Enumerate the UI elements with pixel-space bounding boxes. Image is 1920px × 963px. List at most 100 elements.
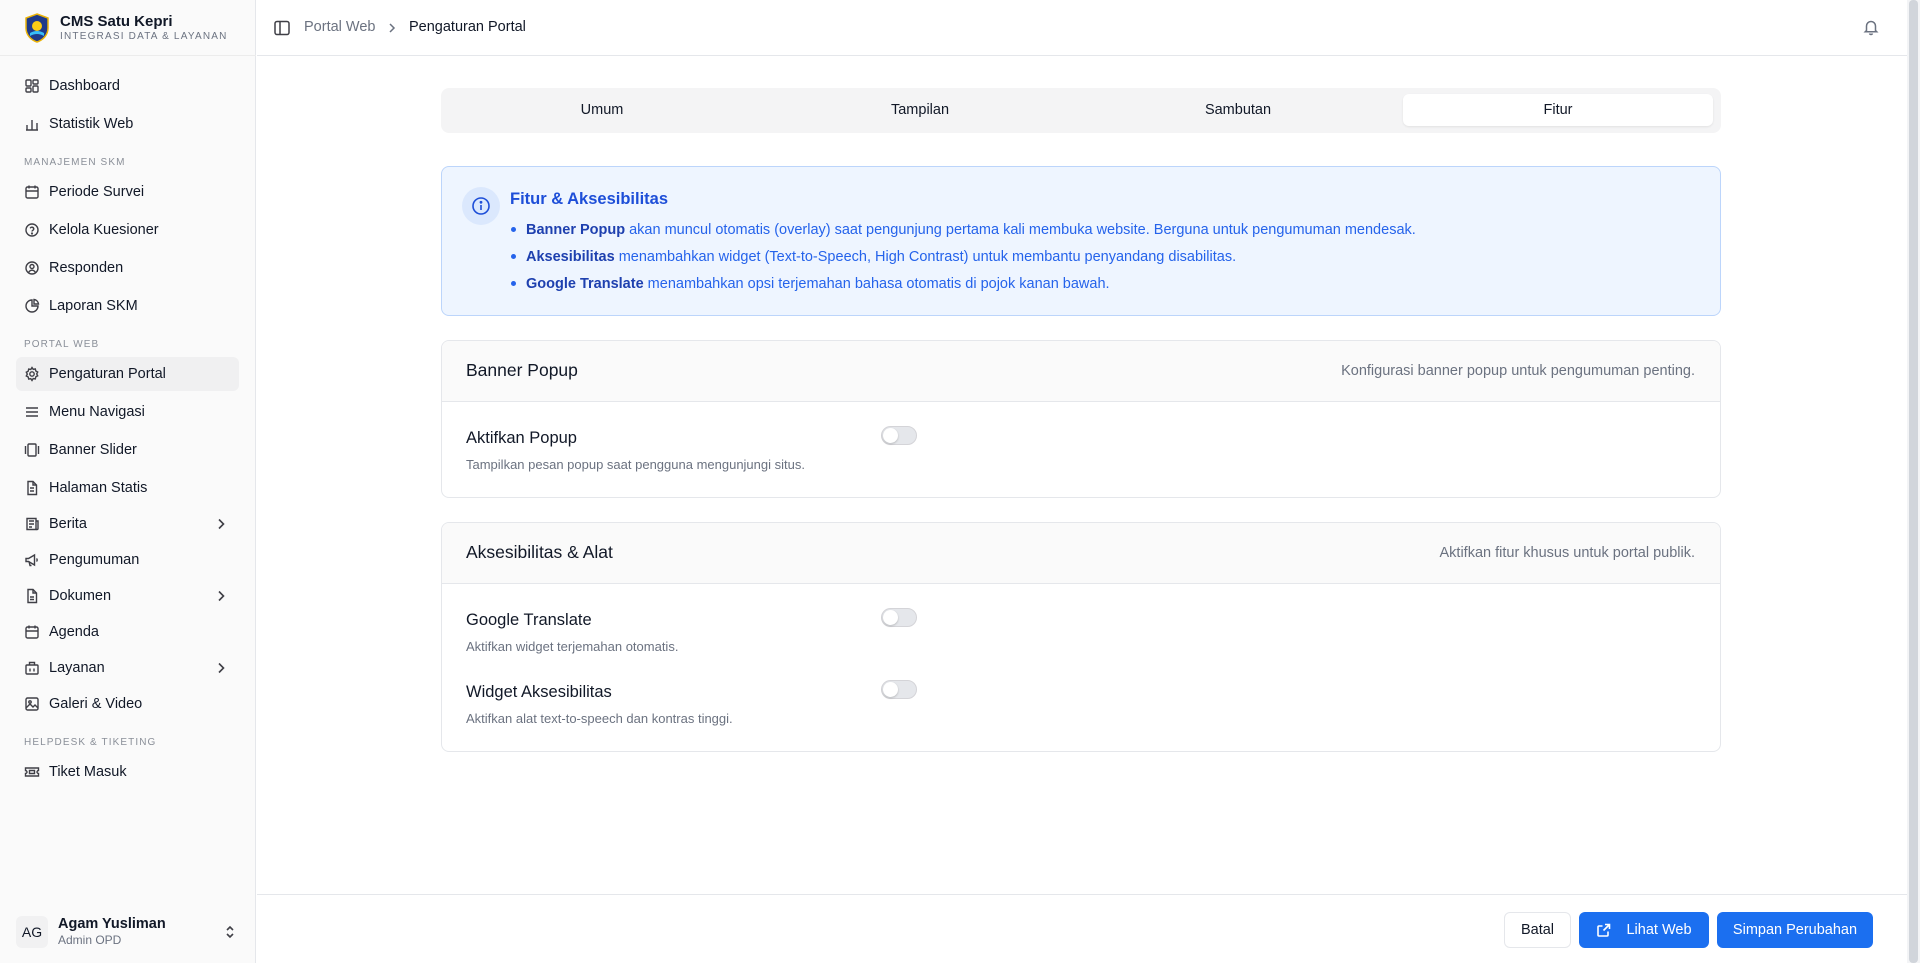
sidebar-item-label: Statistik Web <box>49 116 134 132</box>
sidebar-item-halaman-statis[interactable]: Halaman Statis <box>16 471 239 505</box>
info-title: Fitur & Aksesibilitas <box>510 190 669 208</box>
settings-tabs: Umum Tampilan Sambutan Fitur <box>441 88 1721 133</box>
chevron-right-icon <box>218 590 225 602</box>
newspaper-icon <box>24 516 40 532</box>
section-label-helpdesk: HELPDESK & TIKETING <box>24 737 157 748</box>
tab-sambutan[interactable]: Sambutan <box>1083 94 1393 126</box>
info-item: Banner Popup akan muncul otomatis (overl… <box>510 221 1416 248</box>
sidebar-item-label: Periode Survei <box>49 184 145 200</box>
setting-row-accessibility-widget: Widget Aksesibilitas Aktifkan alat text-… <box>466 680 1696 739</box>
user-name: Agam Yusliman <box>58 915 166 932</box>
sidebar-item-label: Dashboard <box>49 78 120 94</box>
sidebar-item-pengaturan-portal[interactable]: Pengaturan Portal <box>16 357 239 391</box>
popup-toggle[interactable] <box>881 426 917 445</box>
breadcrumb-parent[interactable]: Portal Web <box>304 19 375 35</box>
sidebar-item-label: Galeri & Video <box>49 696 143 712</box>
file-icon <box>24 480 40 496</box>
sidebar-item-label: Berita <box>49 516 87 532</box>
sidebar-item-layanan[interactable]: Layanan <box>16 651 239 685</box>
building-icon <box>24 660 40 676</box>
chevrons-up-down-icon <box>226 925 234 939</box>
setting-label: Aktifkan Popup <box>466 429 577 447</box>
sidebar-item-agenda[interactable]: Agenda <box>16 615 239 649</box>
gallery-icon <box>24 442 40 458</box>
help-circle-icon <box>24 222 40 238</box>
section-label-portal: PORTAL WEB <box>24 339 100 350</box>
chevron-right-icon <box>218 662 225 674</box>
sidebar-item-label: Layanan <box>49 660 105 676</box>
bell-icon[interactable] <box>1862 18 1880 36</box>
chevron-right-icon <box>218 518 225 530</box>
brand-subtitle: INTEGRASI DATA & LAYANAN <box>60 30 228 42</box>
sidebar-item-laporan-skm[interactable]: Laporan SKM <box>16 289 239 323</box>
setting-help: Aktifkan widget terjemahan otomatis. <box>466 639 679 654</box>
brand-header[interactable]: CMS Satu Kepri INTEGRASI DATA & LAYANAN <box>0 0 256 56</box>
setting-label: Widget Aksesibilitas <box>466 683 612 701</box>
sidebar-item-dokumen[interactable]: Dokumen <box>16 579 239 613</box>
sidebar-item-menu-navigasi[interactable]: Menu Navigasi <box>16 395 239 429</box>
sidebar-toggle-icon[interactable] <box>273 19 291 37</box>
image-icon <box>24 696 40 712</box>
sidebar-item-banner-slider[interactable]: Banner Slider <box>16 433 239 467</box>
sidebar: CMS Satu Kepri INTEGRASI DATA & LAYANAN … <box>0 0 256 963</box>
brand-name: CMS Satu Kepri <box>60 12 173 30</box>
setting-help: Tampilkan pesan popup saat pengguna meng… <box>466 457 805 472</box>
info-callout: Fitur & Aksesibilitas Banner Popup akan … <box>441 166 1721 316</box>
card-description: Konfigurasi banner popup untuk pengumuma… <box>1341 363 1695 379</box>
info-item: Aksesibilitas menambahkan widget (Text-t… <box>510 248 1416 275</box>
cancel-button[interactable]: Batal <box>1504 912 1571 948</box>
sidebar-item-kelola-kuesioner[interactable]: Kelola Kuesioner <box>16 213 239 247</box>
sidebar-item-dashboard[interactable]: Dashboard <box>16 69 239 103</box>
chevron-right-icon <box>389 23 396 33</box>
section-label-skm: MANAJEMEN SKM <box>24 157 126 168</box>
calendar-icon <box>24 184 40 200</box>
users-icon <box>24 260 40 276</box>
sidebar-item-label: Pengaturan Portal <box>49 366 166 382</box>
page-scrollbar[interactable] <box>1907 0 1920 963</box>
top-header: Portal Web Pengaturan Portal <box>257 0 1907 56</box>
card-title: Aksesibilitas & Alat <box>466 542 613 562</box>
sidebar-item-label: Responden <box>49 260 124 276</box>
sidebar-item-galeri-video[interactable]: Galeri & Video <box>16 687 239 721</box>
sidebar-item-label: Dokumen <box>49 588 112 604</box>
tab-tampilan[interactable]: Tampilan <box>765 94 1075 126</box>
tab-fitur[interactable]: Fitur <box>1403 94 1713 126</box>
sidebar-item-statistik-web[interactable]: Statistik Web <box>16 107 239 141</box>
sidebar-item-label: Laporan SKM <box>49 298 138 314</box>
bar-chart-icon <box>24 116 40 132</box>
gear-icon <box>24 366 40 382</box>
view-web-button[interactable]: Lihat Web <box>1579 912 1709 948</box>
accessibility-card: Aksesibilitas & Alat Aktifkan fitur khus… <box>441 522 1721 752</box>
setting-label: Google Translate <box>466 611 592 629</box>
action-footer: Batal Lihat Web Simpan Perubahan <box>257 894 1907 963</box>
card-title: Banner Popup <box>466 360 578 380</box>
sidebar-item-label: Pengumuman <box>49 552 140 568</box>
dashboard-icon <box>24 78 40 94</box>
google-translate-toggle[interactable] <box>881 608 917 627</box>
sidebar-item-berita[interactable]: Berita <box>16 507 239 541</box>
info-icon <box>462 187 500 225</box>
calendar-icon <box>24 624 40 640</box>
accessibility-widget-toggle[interactable] <box>881 680 917 699</box>
toggle-knob <box>883 682 898 697</box>
external-link-icon <box>1597 923 1611 937</box>
avatar: AG <box>16 915 48 948</box>
sidebar-item-periode-survei[interactable]: Periode Survei <box>16 175 239 209</box>
tab-umum[interactable]: Umum <box>447 94 757 126</box>
save-button[interactable]: Simpan Perubahan <box>1717 912 1873 948</box>
menu-icon <box>24 404 40 420</box>
sidebar-item-label: Kelola Kuesioner <box>49 222 159 238</box>
sidebar-item-responden[interactable]: Responden <box>16 251 239 285</box>
sidebar-item-label: Banner Slider <box>49 442 137 458</box>
toggle-knob <box>883 610 898 625</box>
card-header: Banner Popup Konfigurasi banner popup un… <box>442 341 1720 402</box>
breadcrumb-current: Pengaturan Portal <box>409 19 526 35</box>
info-list: Banner Popup akan muncul otomatis (overl… <box>510 221 1416 302</box>
sidebar-item-tiket-masuk[interactable]: Tiket Masuk <box>16 755 239 789</box>
setting-help: Aktifkan alat text-to-speech dan kontras… <box>466 711 733 726</box>
card-description: Aktifkan fitur khusus untuk portal publi… <box>1439 545 1696 561</box>
megaphone-icon <box>24 552 40 568</box>
user-menu[interactable]: AG Agam Yusliman Admin OPD <box>0 900 256 963</box>
scrollbar-thumb[interactable] <box>1909 0 1918 963</box>
sidebar-item-pengumuman[interactable]: Pengumuman <box>16 543 239 577</box>
